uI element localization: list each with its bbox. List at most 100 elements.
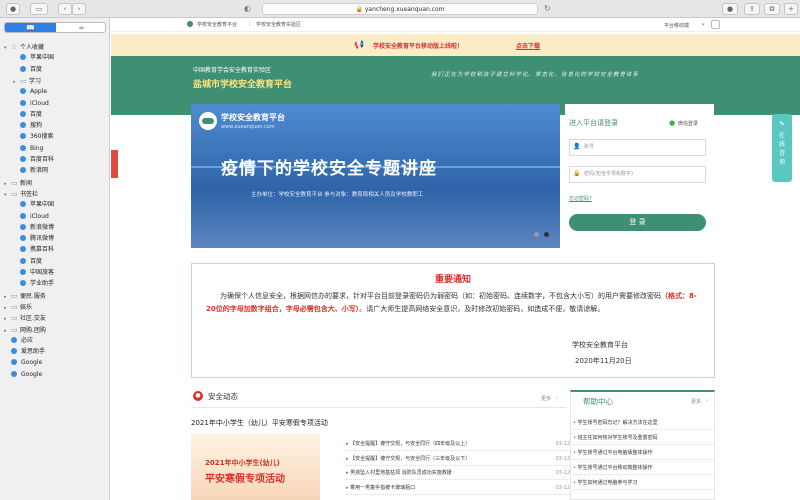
sidebar-bookmark-item[interactable]: 搜狗 bbox=[13, 121, 42, 131]
sidebar-bookmark-item[interactable]: 百度百科 bbox=[13, 155, 54, 165]
sidebar-bookmark-item[interactable]: 百度 bbox=[13, 257, 42, 267]
web-page: 学校安全教育平台 | 学校安全教育实验区 平台移动端 ▾ 📢 学校安全教育平台移… bbox=[111, 18, 800, 500]
sidebar-bookmark-item[interactable]: Apple bbox=[13, 87, 47, 97]
news-item-date: 03-12 bbox=[555, 441, 570, 447]
folder-icon: ▭ bbox=[11, 314, 18, 323]
globe-icon bbox=[11, 348, 17, 355]
login-button[interactable]: 登 录 bbox=[569, 214, 706, 231]
qrcode-icon[interactable] bbox=[711, 20, 720, 29]
header-small-title: 中国教育学会安全教育实验区 bbox=[193, 67, 272, 74]
help-list-item[interactable]: • 学生账号通过平台电脑版整体操作 bbox=[573, 446, 715, 460]
disclosure-triangle-icon[interactable]: ▸ bbox=[4, 179, 11, 189]
carousel-dot[interactable] bbox=[534, 232, 539, 237]
sidebar-bookmark-item[interactable]: 新浪微博 bbox=[13, 223, 54, 233]
sidebar-bookmark-item[interactable]: ▸ ▭ 娱乐 bbox=[4, 302, 32, 312]
sidebar-bookmark-item[interactable]: Bing bbox=[13, 144, 43, 154]
sidebar-bookmark-item[interactable]: 爱思助手 bbox=[4, 347, 45, 357]
sidebar-bookmark-item[interactable]: 必应 bbox=[4, 336, 33, 346]
extension-icon[interactable]: ● bbox=[722, 3, 738, 15]
privacy-shield-icon[interactable]: ◐ bbox=[244, 4, 251, 13]
help-item-title: 班主任如何核对学生账号及重置密码 bbox=[577, 435, 658, 441]
news-list-item[interactable]: ▸ 【安全提醒】遵守交规，与安全同行（三年级及以下） 03-12 bbox=[346, 453, 570, 466]
help-list-item[interactable]: • 班主任如何核对学生账号及重置密码 bbox=[573, 431, 715, 445]
folder-icon: ▭ bbox=[11, 178, 18, 187]
news-section-title: 安全动态 bbox=[208, 392, 238, 401]
account-input[interactable]: 账号 bbox=[569, 139, 706, 156]
sidebar-bookmark-item[interactable]: 苹果中国 bbox=[13, 200, 54, 210]
share-icon[interactable]: ⇪ bbox=[744, 3, 760, 15]
sidebar-bookmark-item[interactable]: 苹果中国 bbox=[13, 53, 54, 63]
sidebar-bookmark-item[interactable]: Google bbox=[4, 370, 42, 380]
wechat-icon[interactable]: ● bbox=[669, 119, 675, 127]
disclosure-triangle-icon[interactable]: ▸ bbox=[13, 77, 20, 87]
news-list-item[interactable]: ▸ 男孩坠入村里地基枯洞 消防队员成功实施救援 03-12 bbox=[346, 467, 570, 480]
login-title: 进入平台请登录 bbox=[569, 119, 618, 127]
sidebar-bookmark-item[interactable]: ▸ ▭ 网购.团购 bbox=[4, 325, 46, 335]
news-list-item[interactable]: ▸ 【安全提醒】遵守交规，与安全同行（四年级及以上） 03-12 bbox=[346, 438, 570, 451]
tab-reading-list[interactable]: ∞ bbox=[56, 23, 105, 32]
sidebar-bookmark-item[interactable]: ▸ ▭ 新闻 bbox=[4, 178, 32, 188]
sidebar-toggle-icon[interactable]: ▭ bbox=[30, 3, 48, 15]
sidebar-bookmark-item[interactable]: iCloud bbox=[13, 99, 49, 109]
help-list-item[interactable]: • 学生账号通过平台移动端整体操作 bbox=[573, 461, 715, 475]
sidebar-bookmark-item[interactable]: iCloud bbox=[13, 212, 49, 222]
help-list-item[interactable]: • 学生如何通过电脑参与学习 bbox=[573, 476, 715, 490]
sidebar-bookmark-item[interactable]: 新浪网 bbox=[13, 166, 48, 176]
carousel-dot-active[interactable] bbox=[544, 232, 549, 237]
sidebar-bookmark-item[interactable]: ▸ ▭ 社区.交友 bbox=[4, 313, 46, 323]
sidebar-item-label: 书签栏 bbox=[20, 190, 39, 198]
sidebar-bookmark-item[interactable]: 中国旅客 bbox=[13, 268, 54, 278]
sidebar-bookmark-item[interactable]: 腾讯微博 bbox=[13, 234, 54, 244]
disclosure-triangle-icon[interactable]: ▸ bbox=[4, 303, 11, 313]
tabs-overview-icon[interactable]: ⧉ bbox=[764, 3, 780, 15]
sidebar-bookmark-item[interactable]: ▸ ▭ 学习 bbox=[13, 76, 41, 86]
hero-carousel[interactable]: 学校安全教育平台 www.xueanquan.com 疫情下的学校安全专题讲座 … bbox=[191, 104, 560, 248]
help-more-link[interactable]: 更多 bbox=[691, 398, 701, 405]
reload-icon[interactable]: ↻ bbox=[544, 4, 551, 13]
forgot-password-link[interactable]: 忘记密码? bbox=[569, 195, 592, 202]
globe-icon bbox=[20, 223, 26, 230]
tab-bookmarks[interactable]: 📖 bbox=[5, 23, 56, 32]
folder-icon: ▭ bbox=[20, 76, 27, 85]
sidebar-bookmark-item[interactable]: 携慕百科 bbox=[13, 245, 54, 255]
wechat-login-link[interactable]: 微信登录 bbox=[678, 120, 698, 127]
disclosure-triangle-icon[interactable]: ▾ bbox=[4, 190, 11, 200]
online-consult-tab[interactable]: ✎ 在线咨询 bbox=[772, 114, 792, 182]
nav-link-experiment-zone[interactable]: 学校安全教育实验区 bbox=[256, 21, 301, 28]
new-tab-icon[interactable]: + bbox=[784, 3, 798, 15]
disclosure-triangle-icon[interactable]: ▸ bbox=[4, 292, 11, 302]
globe-icon bbox=[20, 246, 26, 253]
sidebar-bookmark-item[interactable]: ▸ ▭ 便民.服务 bbox=[4, 291, 46, 301]
sidebar-bookmark-item[interactable]: Google bbox=[4, 358, 42, 368]
help-item-title: 学生如何通过电脑参与学习 bbox=[577, 480, 638, 486]
news-list-item[interactable]: ▸ 乘用一男童手指被卡玻璃瓶口 03-12 bbox=[346, 482, 570, 495]
address-bar[interactable]: 🔒 yancheng.xueanquan.com bbox=[262, 3, 538, 15]
header-slogan: 我们正在为学校和孩子建立科学化、常态化、信息化的学校安全教育体系 bbox=[431, 72, 640, 78]
sidebar-bookmark-item[interactable]: 360搜索 bbox=[13, 132, 53, 142]
sidebar-bookmark-item[interactable]: 百度 bbox=[13, 110, 42, 120]
news-headline[interactable]: 2021年中小学生（幼儿）平安寒假专项活动 bbox=[191, 418, 328, 428]
sidebar-item-label: 学业助手 bbox=[30, 280, 55, 288]
forward-icon[interactable]: › bbox=[72, 3, 86, 15]
disclosure-triangle-icon[interactable]: ▸ bbox=[4, 314, 11, 324]
window-close-icon[interactable]: ● bbox=[6, 3, 20, 15]
news-thumbnail[interactable]: 2021年中小学生(幼儿) 平安寒假专项活动 bbox=[191, 434, 320, 500]
sidebar-bookmark-item[interactable]: ▾ ☆ 个人收藏 bbox=[4, 42, 44, 52]
help-center-title: 帮助中心 bbox=[583, 397, 613, 406]
sidebar-bookmark-item[interactable]: 学业助手 bbox=[13, 279, 54, 289]
sidebar-bookmark-item[interactable]: 百度 bbox=[13, 65, 42, 75]
password-input[interactable]: 密码(包含字母和数字) bbox=[569, 166, 706, 183]
download-link[interactable]: 点击下载 bbox=[516, 41, 540, 50]
nav-link-platform[interactable]: 学校安全教育平台 bbox=[197, 21, 237, 28]
sidebar-bookmark-item[interactable]: ▾ ▭ 书签栏 bbox=[4, 189, 38, 199]
notice-date: 2020年11月20日 bbox=[575, 357, 632, 365]
back-icon[interactable]: ‹ bbox=[58, 3, 72, 15]
sidebar-item-label: 网购.团购 bbox=[20, 326, 46, 334]
help-list-item[interactable]: • 学生账号密码忘记？解决方法在这里 bbox=[573, 416, 715, 430]
globe-icon bbox=[20, 122, 26, 129]
news-more-link[interactable]: 更多 bbox=[541, 395, 551, 402]
disclosure-triangle-icon[interactable]: ▾ bbox=[4, 43, 11, 53]
left-float-tab[interactable] bbox=[111, 150, 118, 178]
disclosure-triangle-icon[interactable]: ▸ bbox=[4, 326, 11, 336]
nav-link-mobile[interactable]: 平台移动端 bbox=[664, 22, 689, 29]
